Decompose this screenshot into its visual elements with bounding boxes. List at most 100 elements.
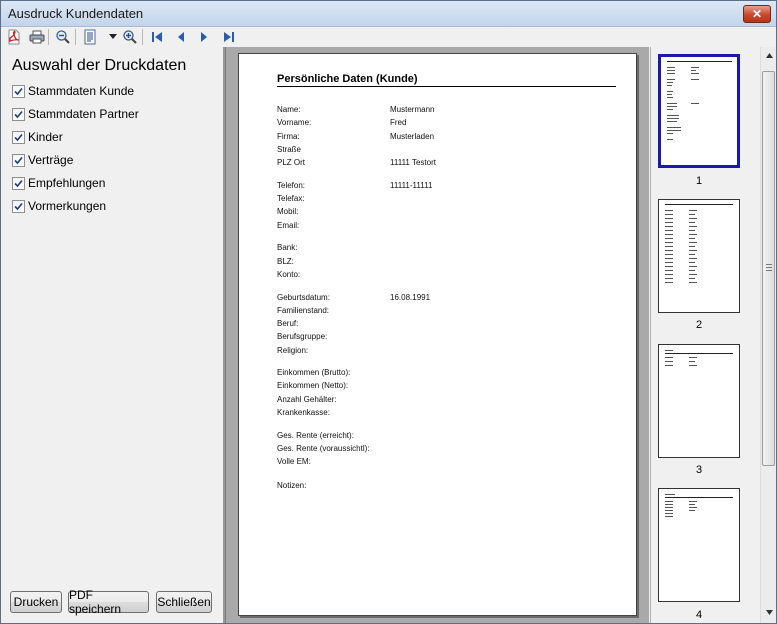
field-label: Firma: bbox=[277, 132, 300, 141]
toolbar-separator bbox=[75, 29, 76, 45]
option-kinder[interactable]: Kinder bbox=[12, 129, 63, 145]
thumb-line bbox=[667, 115, 679, 116]
thumb-line bbox=[665, 274, 673, 275]
scrollbar-thumb[interactable] bbox=[762, 71, 775, 466]
page-thumbnail[interactable] bbox=[658, 199, 740, 313]
page-thumbnail[interactable] bbox=[658, 488, 740, 602]
zoom-in-icon[interactable] bbox=[121, 28, 139, 46]
field-label: Konto: bbox=[277, 270, 301, 279]
zoom-out-icon[interactable] bbox=[54, 28, 72, 46]
field-value: Fred bbox=[390, 118, 407, 127]
field-label: Einkommen (Brutto): bbox=[277, 368, 351, 377]
thumb-line bbox=[667, 67, 675, 68]
field-label: PLZ Ort bbox=[277, 158, 306, 167]
thumb-line bbox=[665, 357, 673, 358]
thumb-line bbox=[689, 282, 697, 283]
field-label: Beruf: bbox=[277, 319, 299, 328]
checkbox-checked-icon[interactable] bbox=[12, 130, 25, 144]
scroll-up-icon[interactable] bbox=[762, 48, 776, 63]
thumb-line bbox=[665, 365, 673, 366]
thumb-line bbox=[689, 250, 697, 251]
thumb-line bbox=[665, 258, 673, 259]
last-page-icon[interactable] bbox=[220, 28, 238, 46]
checkbox-checked-icon[interactable] bbox=[12, 84, 25, 98]
thumb-line bbox=[665, 242, 673, 243]
thumb-line bbox=[667, 79, 675, 80]
pdf-icon[interactable] bbox=[5, 28, 23, 46]
thumb-line bbox=[665, 516, 673, 517]
option-label: Stammdaten Partner bbox=[28, 107, 139, 121]
grip-line bbox=[766, 267, 772, 268]
print-preview-window: Ausdruck Kundendaten ✕ Auswahl der Druck… bbox=[0, 0, 777, 624]
thumb-line bbox=[689, 230, 695, 231]
toolbar-separator bbox=[48, 29, 49, 45]
field-value: 11111-11111 bbox=[390, 181, 433, 190]
thumb-line bbox=[665, 214, 673, 215]
title-rule bbox=[277, 86, 616, 87]
field-label: Straße bbox=[277, 145, 302, 154]
scroll-down-icon[interactable] bbox=[762, 605, 776, 620]
checkbox-checked-icon[interactable] bbox=[12, 153, 25, 167]
option-empfehlungen[interactable]: Empfehlungen bbox=[12, 175, 105, 191]
page-thumbnail[interactable] bbox=[658, 344, 740, 458]
thumb-line bbox=[689, 357, 697, 358]
thumb-line bbox=[667, 121, 677, 122]
close-window-button[interactable]: ✕ bbox=[743, 5, 771, 23]
thumb-line bbox=[667, 130, 681, 131]
print-options-panel: Auswahl der Druckdaten Stammdaten Kunde … bbox=[4, 49, 221, 619]
thumb-line bbox=[689, 210, 697, 211]
option-stammdaten-partner[interactable]: Stammdaten Partner bbox=[12, 106, 139, 122]
page-number: 3 bbox=[695, 464, 703, 476]
next-page-icon[interactable] bbox=[195, 28, 213, 46]
thumb-line bbox=[691, 70, 696, 71]
checkbox-checked-icon[interactable] bbox=[12, 176, 25, 190]
thumb-line bbox=[665, 234, 673, 235]
thumb-line bbox=[665, 501, 673, 502]
page-thumbnail[interactable] bbox=[658, 54, 740, 168]
thumb-line bbox=[667, 97, 673, 98]
thumb-line bbox=[689, 278, 695, 279]
thumb-line bbox=[665, 497, 733, 498]
field-value: Musterladen bbox=[390, 132, 435, 141]
thumb-line bbox=[667, 73, 675, 74]
thumb-line bbox=[665, 254, 673, 255]
thumb-line bbox=[691, 67, 699, 68]
thumb-line bbox=[667, 103, 677, 104]
checkbox-checked-icon[interactable] bbox=[12, 199, 25, 213]
thumb-line bbox=[665, 210, 673, 211]
close-button[interactable]: Schließen bbox=[156, 591, 212, 613]
field-label: Krankenkasse: bbox=[277, 408, 330, 417]
save-pdf-button[interactable]: PDF speichern bbox=[68, 588, 149, 616]
thumb-line bbox=[665, 282, 673, 283]
panel-title: Auswahl der Druckdaten bbox=[12, 57, 187, 74]
thumb-line bbox=[689, 270, 695, 271]
print-icon[interactable] bbox=[28, 28, 46, 46]
field-label: Bank: bbox=[277, 243, 298, 252]
checkbox-checked-icon[interactable] bbox=[12, 107, 25, 121]
thumb-line bbox=[667, 61, 732, 62]
document-page: Persönliche Daten (Kunde) Name: Musterma… bbox=[238, 53, 637, 616]
document-preview-area: Persönliche Daten (Kunde) Name: Musterma… bbox=[225, 47, 649, 623]
field-label: Geburtsdatum: bbox=[277, 293, 330, 302]
previous-page-icon[interactable] bbox=[172, 28, 190, 46]
field-label: Telefax: bbox=[277, 194, 305, 203]
thumbnail-scrollbar[interactable] bbox=[760, 47, 776, 623]
thumb-line bbox=[665, 270, 673, 271]
option-vertraege[interactable]: Verträge bbox=[12, 152, 73, 168]
first-page-icon[interactable] bbox=[148, 28, 166, 46]
toolbar-separator bbox=[142, 29, 143, 45]
page-layout-icon[interactable] bbox=[81, 28, 99, 46]
field-label: Ges. Rente (erreicht): bbox=[277, 431, 354, 440]
dropdown-arrow-icon[interactable] bbox=[104, 28, 122, 46]
option-vormerkungen[interactable]: Vormerkungen bbox=[12, 198, 106, 214]
thumb-line bbox=[667, 133, 673, 134]
thumb-line bbox=[665, 278, 673, 279]
option-stammdaten-kunde[interactable]: Stammdaten Kunde bbox=[12, 83, 134, 99]
thumb-line bbox=[689, 266, 697, 267]
thumb-line bbox=[689, 254, 695, 255]
thumb-line bbox=[667, 85, 672, 86]
thumb-line bbox=[665, 222, 673, 223]
thumb-line bbox=[665, 230, 673, 231]
print-button[interactable]: Drucken bbox=[10, 591, 62, 613]
thumb-line bbox=[691, 73, 699, 74]
